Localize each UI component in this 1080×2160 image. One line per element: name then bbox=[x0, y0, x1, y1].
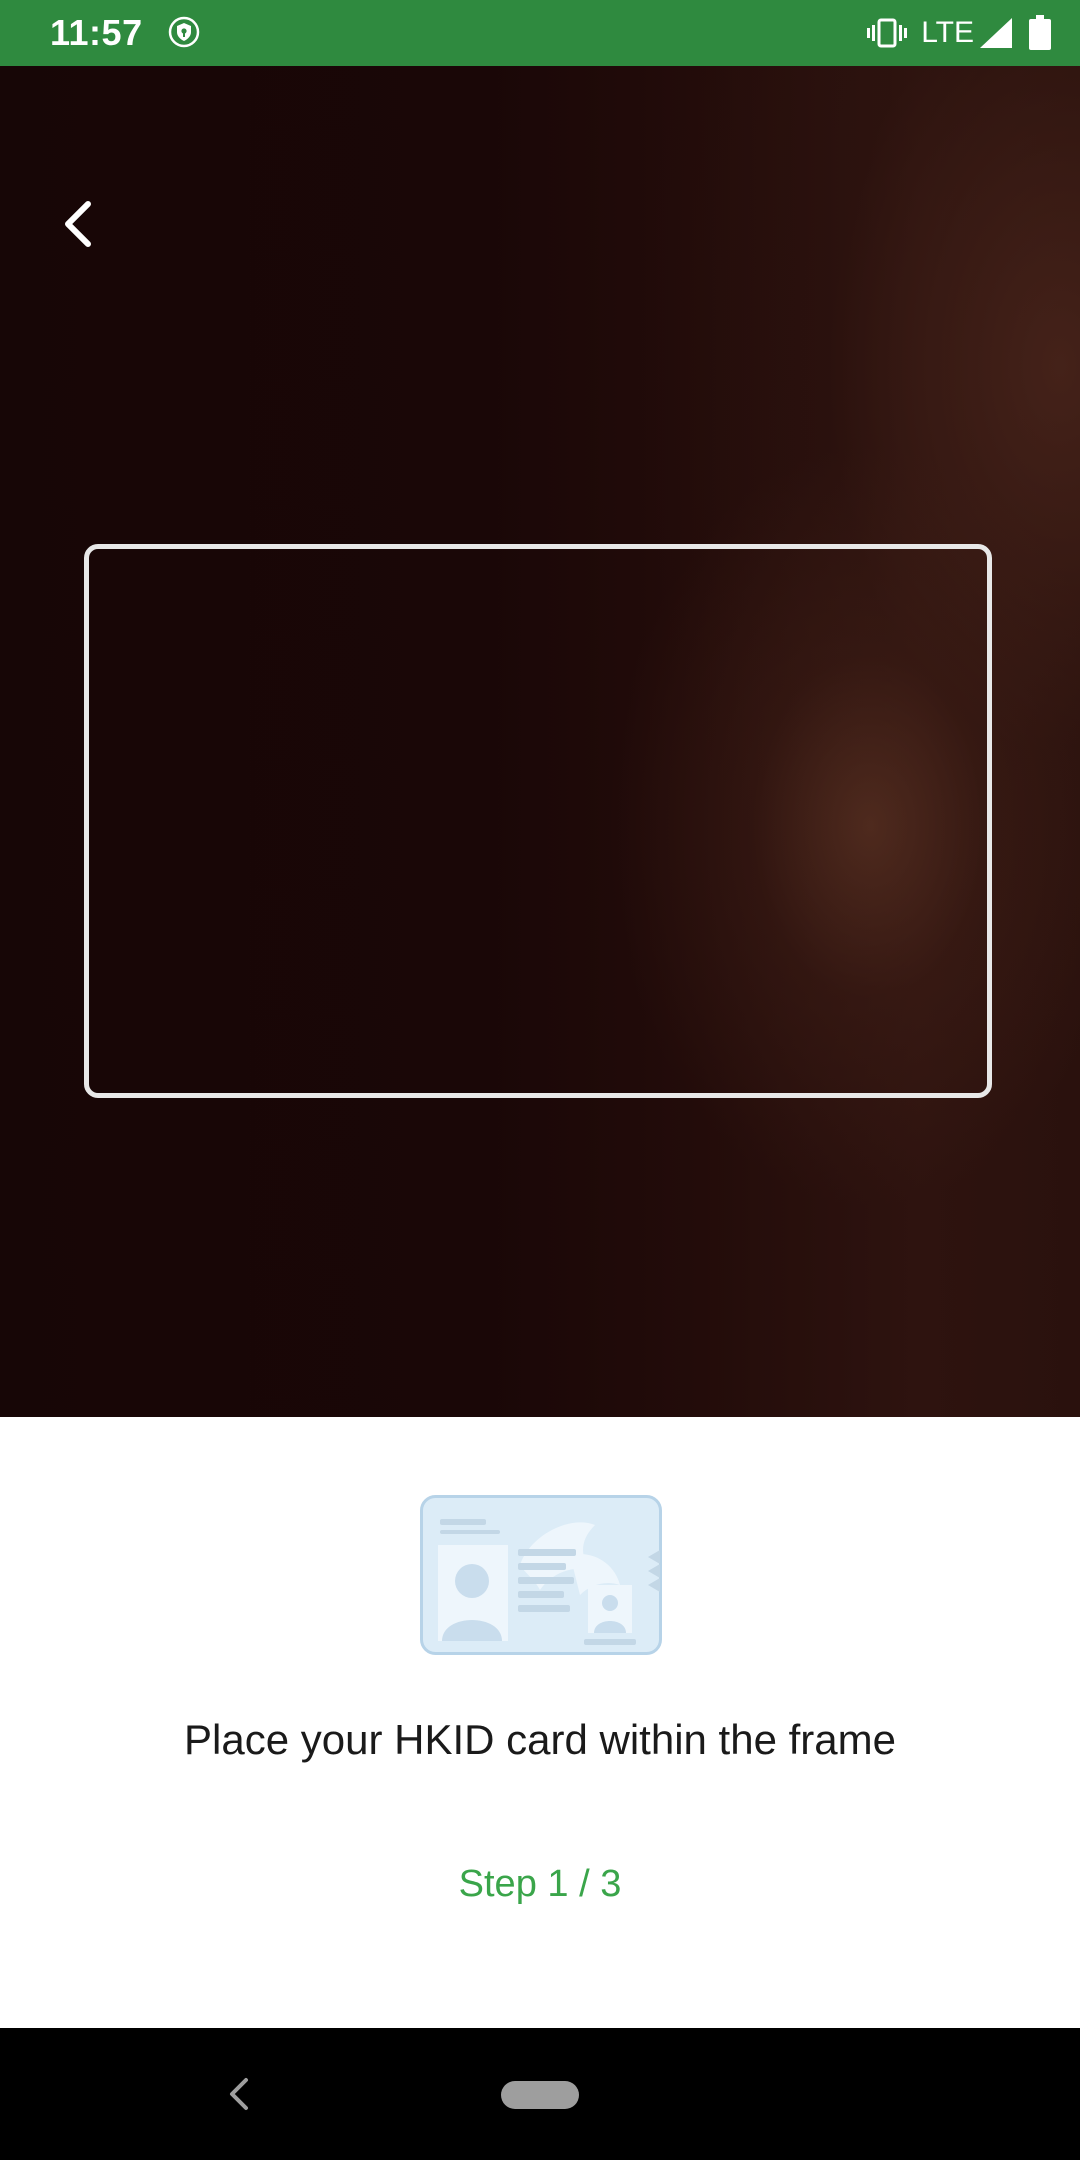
back-button[interactable] bbox=[50, 196, 106, 252]
card-scan-frame bbox=[84, 544, 992, 1098]
shield-icon bbox=[168, 16, 200, 48]
navigation-bar bbox=[0, 2028, 1080, 2160]
status-bar: 11:57 LTE bbox=[0, 0, 1080, 66]
vibrate-icon bbox=[867, 18, 908, 48]
nav-back-icon[interactable] bbox=[222, 2074, 258, 2114]
step-indicator: Step 1 / 3 bbox=[458, 1863, 622, 1905]
chevron-left-icon bbox=[65, 201, 91, 247]
status-icons: LTE bbox=[867, 12, 1052, 54]
screen: 11:57 LTE Place your HKID card within th… bbox=[0, 0, 1080, 2160]
status-time: 11:57 bbox=[50, 12, 143, 53]
camera-preview bbox=[0, 66, 1080, 1417]
signal-icon bbox=[980, 18, 1012, 48]
network-type: LTE bbox=[921, 16, 974, 49]
nav-home-pill[interactable] bbox=[501, 2081, 579, 2109]
id-card-icon bbox=[420, 1495, 662, 1655]
battery-icon bbox=[1029, 15, 1051, 50]
instruction-text: Place your HKID card within the frame bbox=[184, 1716, 896, 1763]
